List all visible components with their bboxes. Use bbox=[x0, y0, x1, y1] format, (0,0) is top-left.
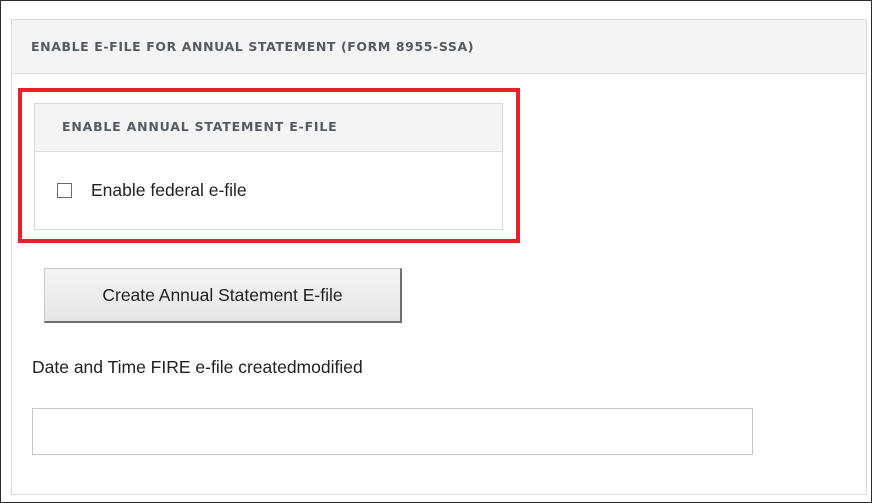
panel-header: ENABLE E-FILE FOR ANNUAL STATEMENT (FORM… bbox=[12, 20, 866, 74]
create-annual-statement-efile-button[interactable]: Create Annual Statement E-file bbox=[44, 268, 402, 323]
highlight-box bbox=[18, 88, 520, 243]
panel-title: ENABLE E-FILE FOR ANNUAL STATEMENT (FORM… bbox=[31, 39, 475, 54]
screenshot-frame: ENABLE E-FILE FOR ANNUAL STATEMENT (FORM… bbox=[0, 0, 872, 503]
fire-efile-date-input[interactable] bbox=[32, 408, 753, 455]
fire-efile-date-label: Date and Time FIRE e-file createdmodifie… bbox=[32, 357, 363, 377]
